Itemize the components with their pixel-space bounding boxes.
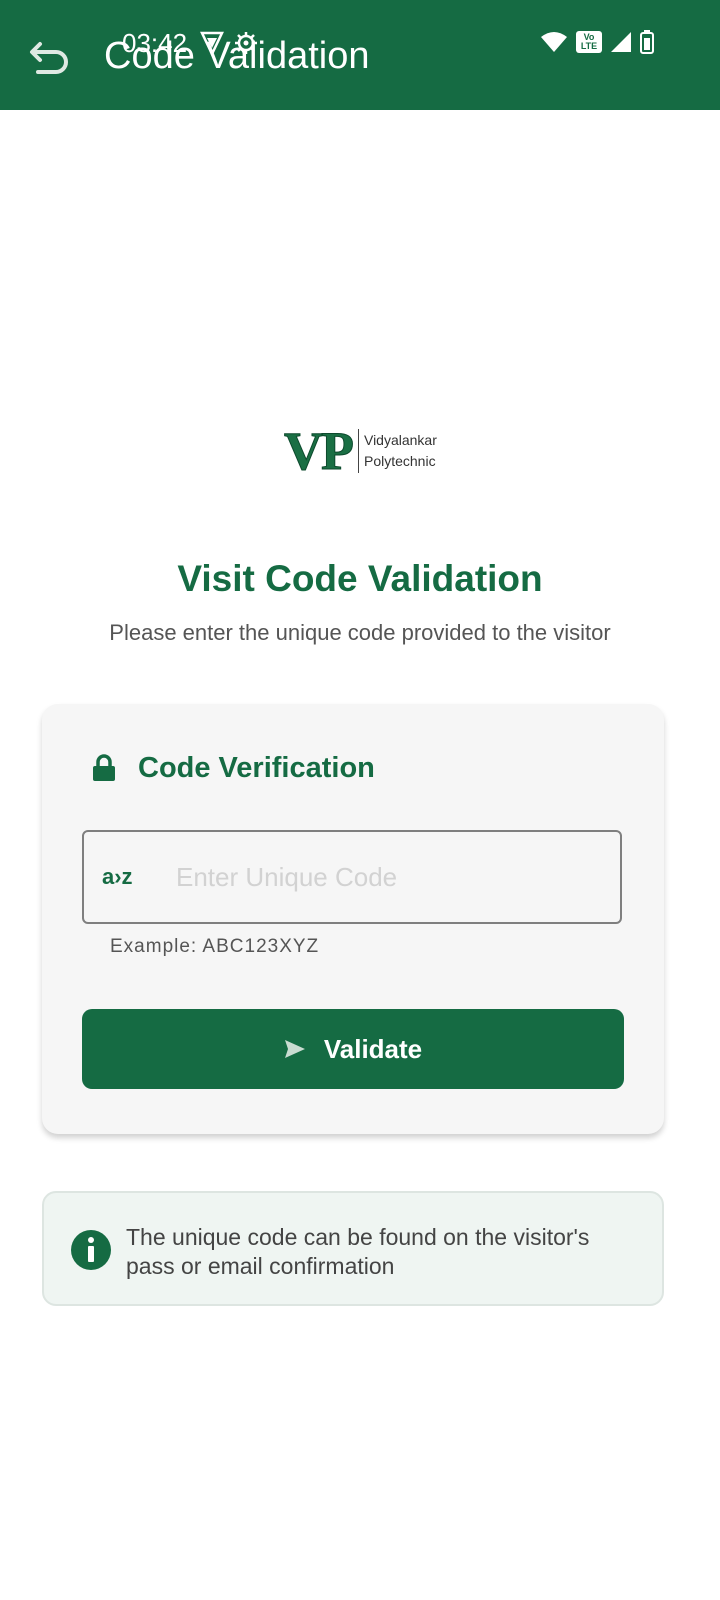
a-to-z-icon: a›z (102, 863, 148, 891)
volte-badge: Vo LTE (576, 31, 602, 53)
code-verification-card: Code Verification a›z Example: ABC123XYZ… (42, 704, 664, 1134)
main-heading: Visit Code Validation (177, 558, 543, 599)
card-header: Code Verification (92, 750, 375, 786)
status-notification-icons (200, 30, 258, 56)
back-button[interactable] (24, 32, 76, 84)
validate-button-label: Validate (323, 1033, 423, 1064)
vpn-shield-icon (200, 31, 224, 56)
svg-text:a›z: a›z (102, 864, 133, 889)
lock-icon (93, 754, 115, 781)
logo-mark: VP (284, 421, 355, 481)
signal-icon (611, 32, 631, 52)
undo-arrow-icon (30, 42, 68, 74)
logo-wordmark: Vidyalankar Polytechnic (364, 430, 437, 472)
info-notice: The unique code can be found on the visi… (42, 1191, 664, 1306)
validate-button[interactable]: Validate (82, 1009, 624, 1089)
settings-gear-icon (235, 32, 257, 54)
subheading: Please enter the unique code provided to… (109, 620, 611, 645)
logo-line-2: Polytechnic (363, 453, 436, 469)
card-title: Code Verification (138, 752, 375, 784)
info-icon (71, 1230, 111, 1270)
info-text: The unique code can be found on the visi… (126, 1224, 590, 1279)
unique-code-field[interactable]: a›z (82, 830, 622, 924)
logo-divider (357, 429, 359, 473)
logo-line-1: Vidyalankar (363, 432, 437, 448)
unique-code-input[interactable] (174, 860, 598, 894)
status-system-icons: Vo LTE (540, 30, 654, 54)
institution-logo: VP Vidyalankar Polytechnic (284, 421, 437, 481)
wifi-icon (541, 32, 567, 52)
code-example-hint: Example: ABC123XYZ (110, 936, 320, 957)
app-bar: Code Validation 03:42 Vo LTE (0, 0, 720, 110)
send-icon (284, 1040, 305, 1058)
battery-icon (640, 30, 654, 54)
status-time: 03:42 (122, 28, 188, 58)
